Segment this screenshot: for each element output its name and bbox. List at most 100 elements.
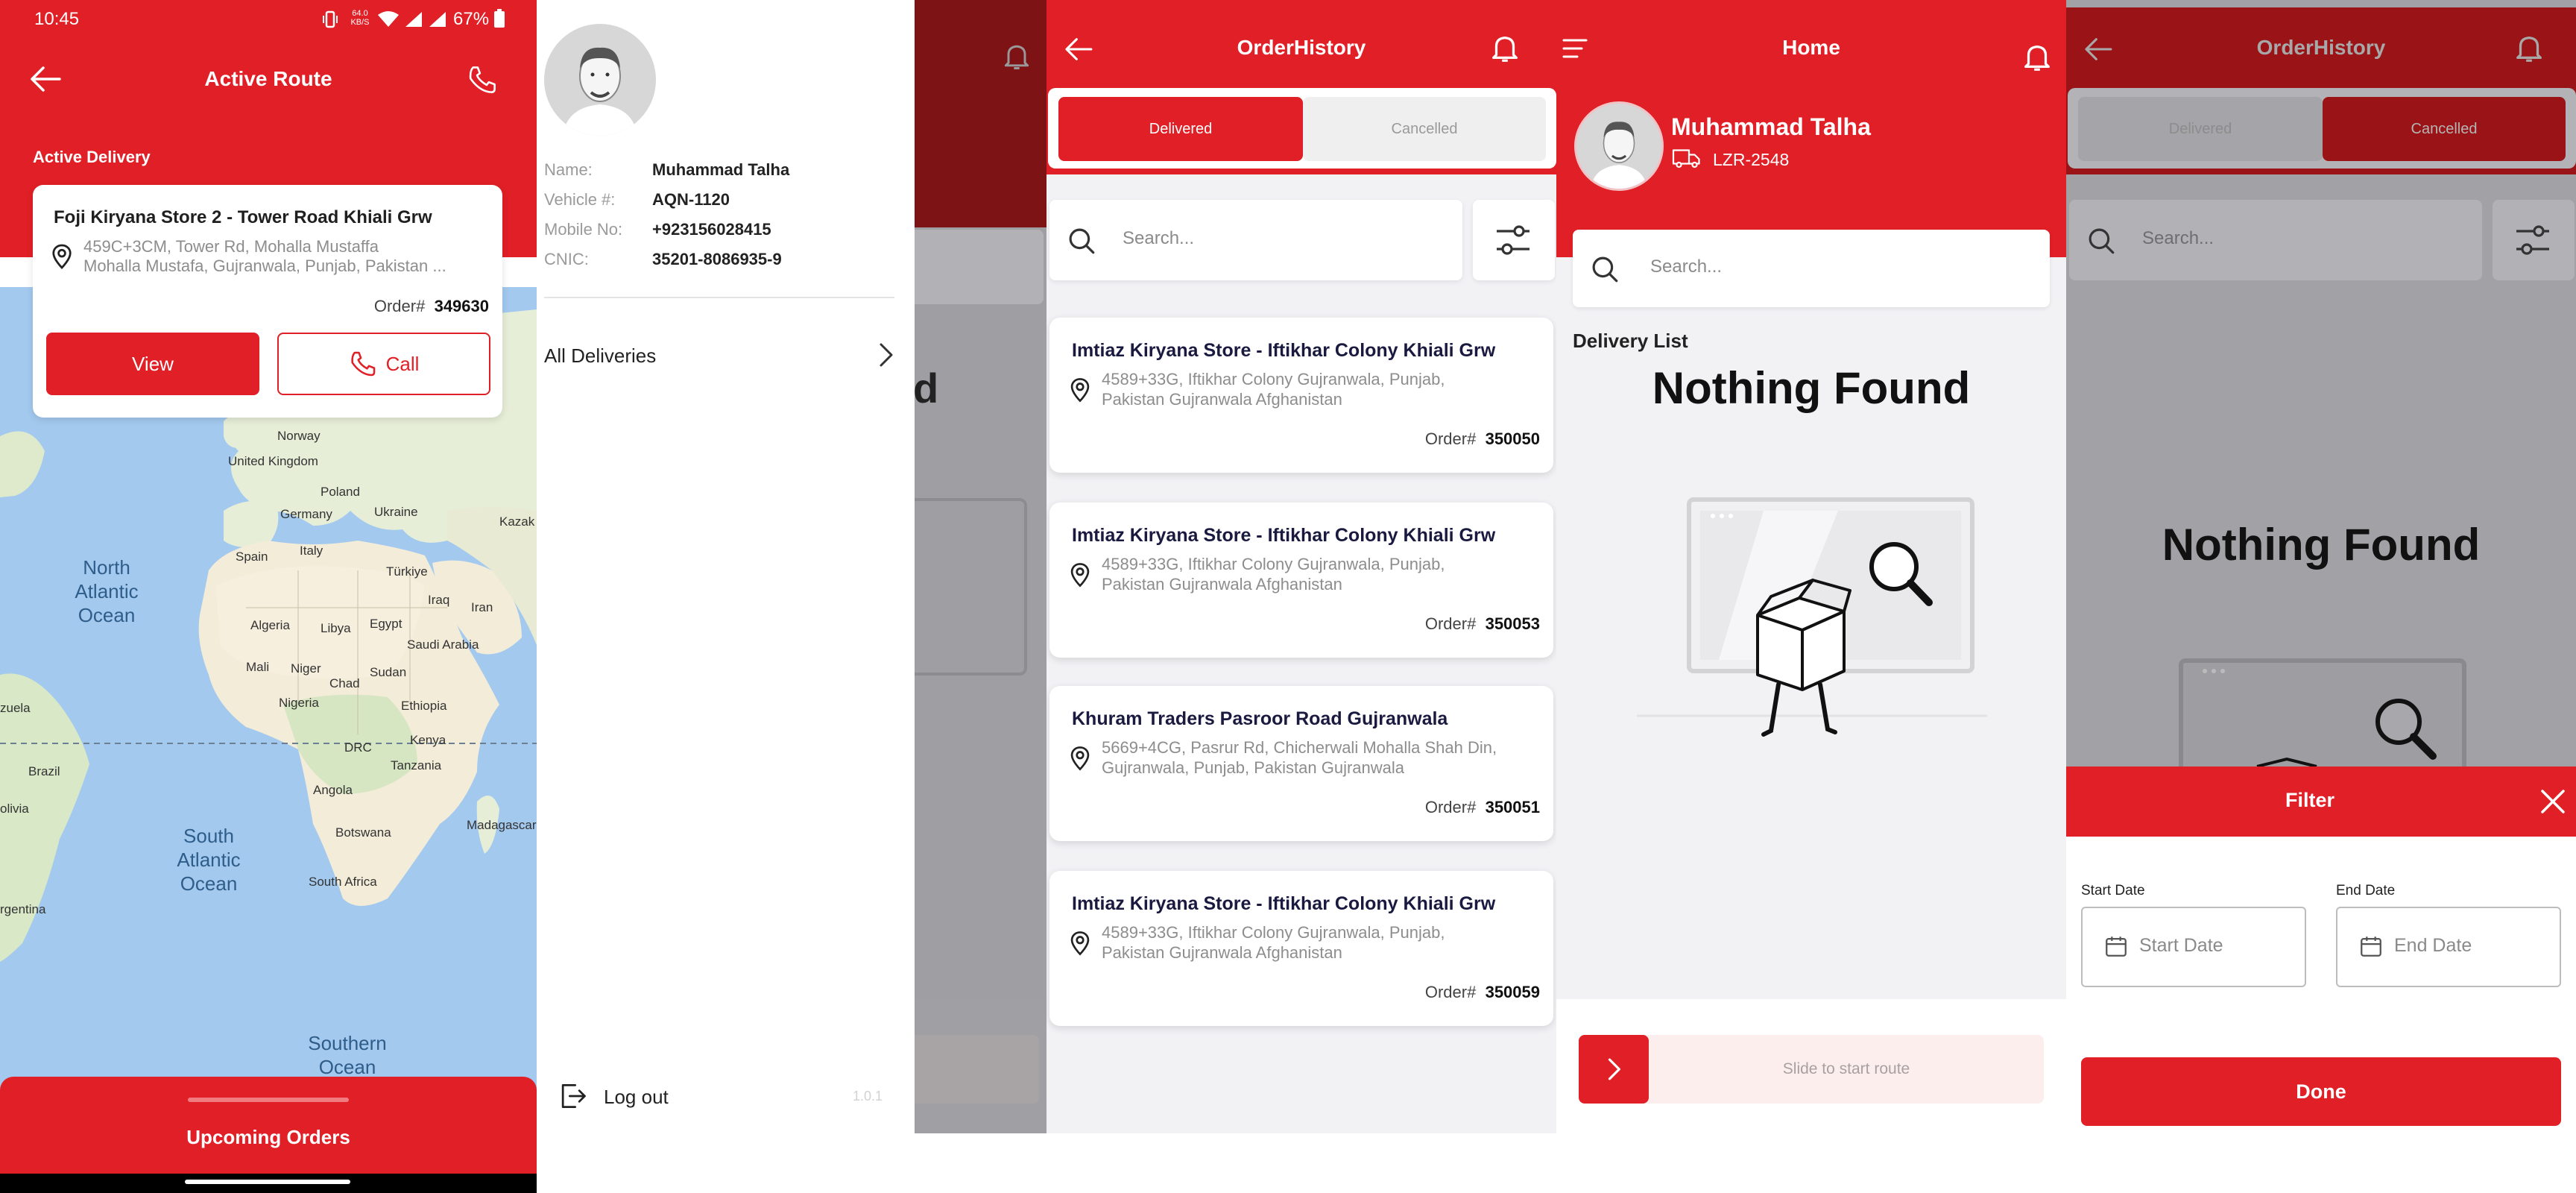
bell-icon	[1000, 39, 1033, 73]
all-deliveries-label: All Deliveries	[544, 344, 657, 367]
search-icon	[2086, 225, 2117, 256]
location-pin-icon	[1069, 931, 1091, 956]
driver-info: Name: Muhammad Talha Vehicle #: AQN-1120…	[544, 155, 789, 274]
home-indicator[interactable]	[185, 1180, 350, 1184]
empty-state-illustration	[2175, 655, 2473, 767]
avatar	[1574, 101, 1664, 191]
address-line: 4589+33G, Iftikhar Colony Gujranwala, Pu…	[1102, 923, 1445, 942]
drag-handle[interactable]	[188, 1098, 349, 1102]
nothing-found-title: Nothing Found	[1652, 363, 1971, 413]
order-label: Order#	[1424, 798, 1477, 816]
order-label: Order#	[1424, 429, 1477, 448]
map-label: Norway	[277, 429, 321, 443]
info-value: Muhammad Talha	[652, 160, 790, 179]
info-label: Vehicle #:	[544, 190, 616, 209]
phone-icon[interactable]	[467, 64, 498, 95]
search-input[interactable]: Search...	[1650, 256, 1722, 277]
tab-label: Delivered	[1149, 120, 1213, 137]
info-label: Name:	[544, 160, 593, 179]
tab-cancelled[interactable]: Cancelled	[1303, 97, 1546, 161]
map-label: Niger	[291, 661, 321, 676]
map-label: Mali	[246, 660, 270, 674]
tab-delivered[interactable]: Delivered	[1058, 97, 1303, 161]
chevron-right-icon	[1606, 1057, 1622, 1082]
map-label: DRC	[344, 740, 372, 755]
order-number: Order# 350051	[1425, 798, 1540, 817]
map-label: Libya	[321, 621, 351, 635]
screen-title: Active Route	[204, 67, 332, 90]
all-deliveries-item[interactable]: All Deliveries	[544, 333, 894, 377]
close-icon[interactable]	[2539, 787, 2567, 816]
bell-icon[interactable]	[1488, 30, 1522, 66]
done-button[interactable]: Done	[2081, 1057, 2561, 1126]
drawer: Name: Muhammad Talha Vehicle #: AQN-1120…	[537, 0, 915, 1133]
start-date-label: Start Date	[2081, 883, 2145, 898]
location-pin-icon	[1069, 377, 1091, 403]
call-button[interactable]: Call	[277, 333, 490, 395]
end-date-input[interactable]: End Date	[2394, 935, 2472, 957]
info-label: CNIC:	[544, 250, 589, 268]
map-label: Germany	[280, 507, 332, 521]
calendar-icon	[2103, 934, 2129, 959]
dimmed-search	[894, 230, 1044, 304]
order-card[interactable]: Imtiaz Kiryana Store - Iftikhar Colony K…	[1049, 871, 1553, 1026]
order-card[interactable]: Imtiaz Kiryana Store - Iftikhar Colony K…	[1049, 503, 1553, 658]
map-label: zuela	[0, 701, 31, 715]
vehicle-number: LZR-2548	[1713, 150, 1790, 169]
map-label: Ethiopia	[401, 699, 447, 713]
map-label: Egypt	[370, 617, 402, 631]
behind-text: d	[913, 365, 939, 412]
map-label: Ukraine	[374, 505, 418, 519]
order-card[interactable]: Khuram Traders Pasroor Road Gujranwala 5…	[1049, 686, 1553, 841]
start-date-input[interactable]: Start Date	[2139, 935, 2223, 957]
filter-button	[2493, 200, 2575, 280]
bell-icon[interactable]	[2020, 39, 2054, 75]
status-time: 10:45	[34, 9, 80, 29]
location-pin-icon	[1069, 746, 1091, 771]
order-card[interactable]: Imtiaz Kiryana Store - Iftikhar Colony K…	[1049, 318, 1553, 473]
bell-icon	[2512, 30, 2546, 66]
order-label: Order#	[1424, 614, 1477, 633]
view-button[interactable]: View	[46, 333, 259, 395]
address-line: Pakistan Gujranwala Afghanistan	[1102, 575, 1342, 594]
map-view[interactable]: Norway United Kingdom Poland Germany Ukr…	[0, 287, 537, 1193]
map-label: Nigeria	[279, 696, 319, 710]
signal-icon	[428, 10, 447, 28]
search-field[interactable]: Search...	[1049, 200, 1462, 280]
order-value: 350051	[1485, 798, 1540, 816]
logout-item[interactable]: Log out	[556, 1078, 780, 1115]
order-number: Order# 350050	[1425, 429, 1540, 449]
info-row: Name: Muhammad Talha	[544, 155, 789, 185]
search-input[interactable]: Search...	[1123, 228, 1194, 249]
filter-sheet: Filter Start Date Start Date End Date En…	[2066, 767, 2576, 1133]
tab-switcher: Delivered Cancelled	[1048, 88, 1556, 169]
tab-label: Delivered	[2168, 120, 2232, 137]
system-nav-bar	[0, 1174, 537, 1193]
map-label: Sudan	[370, 665, 407, 679]
map-label: rgentina	[0, 902, 46, 916]
location-pin-icon	[1069, 562, 1091, 588]
end-date-field[interactable]: End Date	[2336, 907, 2561, 987]
screen-title: Home	[1782, 36, 1840, 59]
slider-handle[interactable]	[1579, 1035, 1649, 1104]
search-field[interactable]: Search...	[1573, 230, 2050, 307]
wifi-icon	[377, 10, 400, 28]
filter-button[interactable]	[1473, 200, 1555, 280]
empty-state-illustration	[1629, 485, 1995, 753]
logout-label: Log out	[604, 1086, 669, 1108]
map-label: Brazil	[28, 764, 60, 778]
order-history-screen: OrderHistory Delivered Cancelled Search.…	[1046, 0, 1556, 1133]
nothing-found-title: Nothing Found	[2162, 520, 2481, 570]
slide-to-start-slider[interactable]: Slide to start route	[1579, 1035, 2044, 1104]
store-name: Imtiaz Kiryana Store - Iftikhar Colony K…	[1072, 525, 1496, 546]
active-delivery-card[interactable]: Foji Kiryana Store 2 - Tower Road Khiali…	[33, 185, 502, 418]
upcoming-orders-sheet[interactable]: Upcoming Orders	[0, 1077, 537, 1174]
filter-title: Filter	[2285, 789, 2334, 811]
search-input: Search...	[2142, 228, 2214, 248]
active-route-screen: 10:45 64.0 KB/S 67% Active Route Active …	[0, 0, 537, 1193]
slider-label: Slide to start route	[1782, 1060, 1910, 1077]
upcoming-orders-label: Upcoming Orders	[186, 1126, 350, 1148]
info-value: AQN-1120	[652, 190, 730, 209]
map-label: South Africa	[309, 875, 377, 889]
start-date-field[interactable]: Start Date	[2081, 907, 2306, 987]
